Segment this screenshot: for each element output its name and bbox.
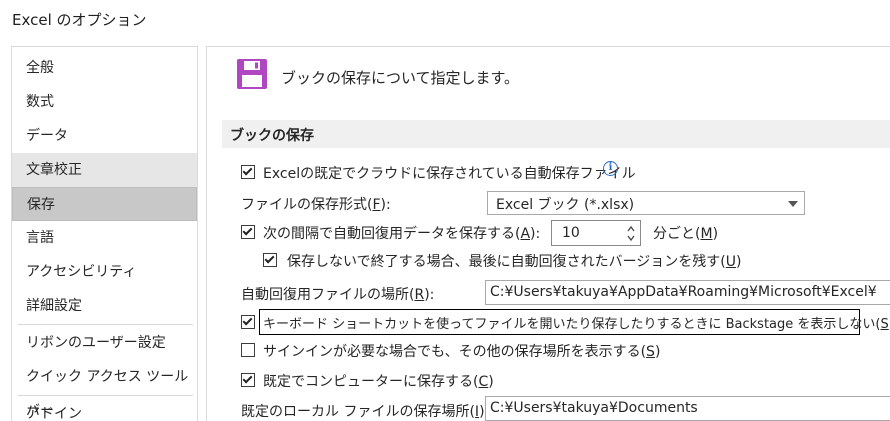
sidebar-divider	[18, 324, 193, 325]
sidebar-divider	[18, 395, 193, 396]
options-sidebar: 全般 数式 データ 文章校正 保存 言語 アクセシビリティ 詳細設定 リボンのユ…	[11, 46, 198, 421]
sidebar-item-save[interactable]: 保存	[12, 187, 197, 221]
autosave-default-checkbox[interactable]	[241, 165, 255, 179]
title-bar: Excel のオプション	[0, 0, 890, 38]
spin-up-icon[interactable]	[627, 225, 635, 233]
sidebar-item-proofing[interactable]: 文章校正	[12, 153, 197, 187]
spin-down-icon[interactable]	[627, 234, 635, 242]
sidebar-item-advanced[interactable]: 詳細設定	[12, 289, 197, 323]
floppy-disk-icon	[237, 59, 267, 89]
sidebar-item-addins[interactable]: アドイン	[12, 397, 197, 421]
keep-last-version-checkbox[interactable]	[263, 253, 277, 267]
sidebar-item-formulas[interactable]: 数式	[12, 85, 197, 119]
sidebar-item-language[interactable]: 言語	[12, 221, 197, 255]
show-additional-places-label[interactable]: サインインが必要な場合でも、その他の保存場所を表示する(S)	[263, 341, 660, 361]
default-local-location-label: 既定のローカル ファイルの保存場所(I):	[241, 404, 489, 420]
options-content: ブックの保存について指定します。 ブックの保存 Excelの既定でクラウドに保存…	[206, 46, 890, 421]
autorecover-minutes-spinner[interactable]: 10	[551, 220, 641, 246]
minutes-unit-label: 分ごと(M)	[653, 226, 719, 242]
no-backstage-checkbox[interactable]	[241, 315, 255, 329]
file-format-value: Excel ブック (*.xlsx)	[496, 197, 635, 213]
file-format-dropdown[interactable]: Excel ブック (*.xlsx)	[487, 191, 805, 215]
info-icon[interactable]: i	[603, 161, 618, 176]
save-to-computer-checkbox[interactable]	[241, 373, 255, 387]
autosave-default-label[interactable]: Excelの既定でクラウドに保存されている自動保存ファイル	[263, 163, 636, 183]
autorecover-location-label: 自動回復用ファイルの場所(R):	[241, 287, 435, 303]
window-title: Excel のオプション	[12, 11, 147, 29]
default-local-location-input[interactable]: C:¥Users¥takuya¥Documents	[485, 396, 890, 421]
sidebar-item-quick-access-toolbar[interactable]: クイック アクセス ツール バー	[12, 360, 197, 419]
show-additional-places-checkbox[interactable]	[241, 343, 255, 357]
sidebar-item-customize-ribbon[interactable]: リボンのユーザー設定	[12, 326, 197, 360]
section-header: ブックの保存	[222, 120, 890, 148]
sidebar-item-accessibility[interactable]: アクセシビリティ	[12, 255, 197, 289]
keep-last-version-label[interactable]: 保存しないで終了する場合、最後に自動回復されたバージョンを残す(U)	[287, 251, 741, 271]
no-backstage-label[interactable]: キーボード ショートカットを使ってファイルを開いたり保存したりするときに Bac…	[263, 313, 890, 332]
autorecover-interval-label[interactable]: 次の間隔で自動回復用データを保存する(A):	[263, 223, 540, 243]
file-format-label: ファイルの保存形式(F):	[241, 197, 391, 213]
sidebar-item-data[interactable]: データ	[12, 119, 197, 153]
autorecover-interval-checkbox[interactable]	[241, 225, 255, 239]
chevron-down-icon	[788, 201, 798, 207]
autorecover-minutes-value: 10	[562, 225, 580, 241]
section-title: ブックの保存	[230, 128, 314, 144]
autorecover-location-input[interactable]: C:¥Users¥takuya¥AppData¥Roaming¥Microsof…	[485, 280, 890, 305]
save-to-computer-label[interactable]: 既定でコンピューターに保存する(C)	[263, 371, 494, 391]
sidebar-item-general[interactable]: 全般	[12, 51, 197, 85]
page-header: ブックの保存について指定します。	[281, 69, 520, 87]
